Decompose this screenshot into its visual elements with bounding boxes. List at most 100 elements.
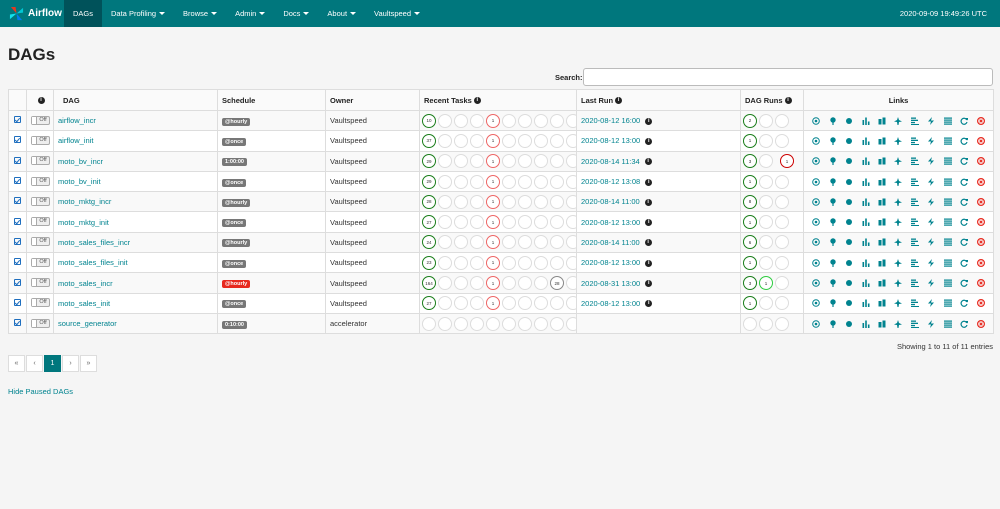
landing-times-icon[interactable] xyxy=(894,299,903,308)
dag-run-circle[interactable]: 1 xyxy=(743,215,757,230)
dag-run-circle[interactable] xyxy=(759,194,773,209)
code-icon[interactable] xyxy=(927,116,935,125)
task-state-circle[interactable] xyxy=(534,316,548,331)
task-state-circle[interactable] xyxy=(534,215,548,230)
task-state-circle[interactable] xyxy=(550,255,564,270)
page-1-button[interactable]: 1 xyxy=(44,355,61,372)
dag-run-circle[interactable]: 1 xyxy=(759,276,773,291)
task-state-circle[interactable] xyxy=(502,133,516,148)
logs-icon[interactable] xyxy=(943,320,952,328)
task-state-circle[interactable] xyxy=(502,255,516,270)
hide-paused-link[interactable]: Hide Paused DAGs xyxy=(8,387,73,396)
edit-icon[interactable] xyxy=(14,237,21,245)
refresh-icon[interactable] xyxy=(960,238,969,247)
dag-run-circle[interactable] xyxy=(759,174,773,189)
nav-dags[interactable]: DAGs xyxy=(64,0,103,27)
task-duration-icon[interactable] xyxy=(862,198,870,206)
info-icon[interactable]: i xyxy=(645,300,653,308)
pause-toggle[interactable]: Off xyxy=(31,176,50,186)
edit-icon[interactable] xyxy=(14,136,21,144)
tree-view-icon[interactable] xyxy=(829,238,837,247)
schedule-badge[interactable]: @once xyxy=(222,178,247,187)
gantt-icon[interactable] xyxy=(910,157,919,166)
task-state-circle[interactable]: 1 xyxy=(486,235,500,250)
trigger-dag-icon[interactable] xyxy=(812,157,821,166)
schedule-badge[interactable]: @once xyxy=(222,300,247,309)
code-icon[interactable] xyxy=(927,136,935,145)
task-state-circle[interactable]: 23 xyxy=(422,255,436,270)
task-state-circle[interactable] xyxy=(502,296,516,311)
task-tries-icon[interactable] xyxy=(878,259,886,267)
delete-icon[interactable] xyxy=(976,238,985,247)
task-state-circle[interactable] xyxy=(438,194,452,209)
edit-icon[interactable] xyxy=(14,319,21,327)
landing-times-icon[interactable] xyxy=(894,258,903,267)
gantt-icon[interactable] xyxy=(910,137,919,145)
dag-run-circle[interactable] xyxy=(759,133,773,148)
dag-run-circle[interactable] xyxy=(775,296,789,311)
task-state-circle[interactable] xyxy=(518,194,532,209)
dag-run-circle[interactable] xyxy=(759,113,773,128)
task-state-circle[interactable] xyxy=(470,296,484,311)
info-icon[interactable]: i xyxy=(645,137,653,145)
task-state-circle[interactable] xyxy=(454,296,468,311)
delete-icon[interactable] xyxy=(976,218,985,227)
task-state-circle[interactable] xyxy=(534,133,548,148)
task-state-circle[interactable] xyxy=(518,296,532,311)
search-input[interactable] xyxy=(583,68,993,86)
task-state-circle[interactable]: 10 xyxy=(422,113,436,128)
landing-times-icon[interactable] xyxy=(894,279,903,288)
task-state-circle[interactable] xyxy=(566,316,576,331)
pause-toggle[interactable]: Off xyxy=(31,237,50,247)
trigger-dag-icon[interactable] xyxy=(812,238,821,247)
task-duration-icon[interactable] xyxy=(862,320,870,328)
dag-link[interactable]: airflow_incr xyxy=(58,116,96,125)
info-icon[interactable]: i xyxy=(615,97,623,105)
next-page-button[interactable]: › xyxy=(62,355,79,372)
graph-view-icon[interactable] xyxy=(845,299,853,307)
dag-run-circle[interactable] xyxy=(743,316,757,331)
info-icon[interactable]: i xyxy=(644,198,652,206)
dag-link[interactable]: moto_sales_files_incr xyxy=(58,238,130,247)
task-state-circle[interactable] xyxy=(518,174,532,189)
task-state-circle[interactable] xyxy=(438,113,452,128)
task-state-circle[interactable] xyxy=(566,133,576,148)
trigger-dag-icon[interactable] xyxy=(812,258,821,267)
delete-icon[interactable] xyxy=(976,279,985,288)
dag-run-circle[interactable] xyxy=(759,316,773,331)
dag-run-circle[interactable]: 8 xyxy=(743,194,757,209)
task-state-circle[interactable]: 1 xyxy=(486,255,500,270)
info-icon[interactable]: i xyxy=(473,97,481,105)
task-state-circle[interactable] xyxy=(438,154,452,169)
gantt-icon[interactable] xyxy=(910,259,919,267)
task-state-circle[interactable]: 1 xyxy=(486,133,500,148)
task-state-circle[interactable] xyxy=(454,276,468,291)
last-run-link[interactable]: 2020-08-12 13:00 xyxy=(581,136,640,145)
task-state-circle[interactable] xyxy=(566,194,576,209)
task-state-circle[interactable] xyxy=(518,276,532,291)
schedule-badge[interactable]: @hourly xyxy=(222,198,251,207)
landing-times-icon[interactable] xyxy=(894,177,903,186)
task-state-circle[interactable] xyxy=(470,215,484,230)
logs-icon[interactable] xyxy=(943,279,952,287)
nav-admin[interactable]: Admin xyxy=(226,0,274,27)
task-state-circle[interactable] xyxy=(470,276,484,291)
dag-link[interactable]: moto_mktg_init xyxy=(58,218,109,227)
nav-data-profiling[interactable]: Data Profiling xyxy=(102,0,174,27)
trigger-dag-icon[interactable] xyxy=(812,198,821,206)
task-state-circle[interactable]: 24 xyxy=(422,235,436,250)
task-state-circle[interactable]: 1 xyxy=(486,296,500,311)
gantt-icon[interactable] xyxy=(910,299,919,308)
edit-icon[interactable] xyxy=(14,116,21,124)
info-icon[interactable]: i xyxy=(644,239,652,247)
code-icon[interactable] xyxy=(927,238,935,247)
graph-view-icon[interactable] xyxy=(845,218,853,226)
trigger-dag-icon[interactable] xyxy=(812,177,821,186)
dag-link[interactable]: moto_sales_incr xyxy=(58,279,113,288)
delete-icon[interactable] xyxy=(976,258,985,267)
info-icon[interactable]: i xyxy=(645,219,653,227)
schedule-badge[interactable]: @once xyxy=(222,137,247,146)
task-state-circle[interactable]: 28 xyxy=(422,194,436,209)
task-state-circle[interactable] xyxy=(438,174,452,189)
dag-link[interactable]: airflow_init xyxy=(58,136,93,145)
